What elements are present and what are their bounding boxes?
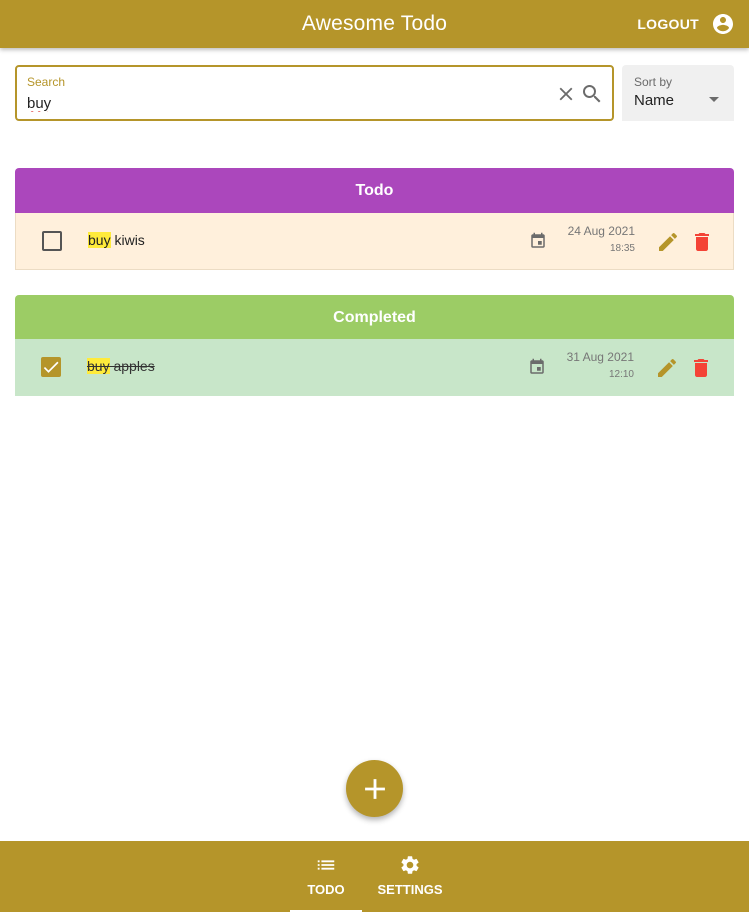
sort-select[interactable]: Sort by Name [622,65,734,121]
app-bar: Awesome Todo LOGOUT [0,0,749,48]
search-highlight: buy [88,232,111,248]
check-icon [43,361,59,373]
item-text-rest: kiwis [110,232,145,248]
tab-todo-label: TODO [307,882,345,897]
list-icon [315,855,337,875]
close-icon[interactable] [555,83,577,110]
edit-icon[interactable] [655,356,679,385]
list-item[interactable]: buy apples 31 Aug 2021 12:10 [15,339,734,396]
sort-value: Name [634,92,675,109]
completed-section-header: Completed [15,295,734,340]
todo-section-title: Todo [355,181,394,199]
delete-icon[interactable] [690,230,714,259]
search-highlight: buy [87,358,110,374]
search-icon[interactable] [580,82,604,111]
calendar-icon [529,232,547,255]
tab-settings[interactable]: SETTINGS [372,841,448,912]
search-label: Search [27,75,66,89]
complete-checkbox[interactable] [42,231,62,251]
add-todo-button[interactable] [346,760,403,817]
add-icon [364,778,385,799]
tab-todo[interactable]: TODO [290,841,362,912]
delete-icon[interactable] [689,356,713,385]
item-text-rest: apples [109,358,155,374]
logout-label: LOGOUT [637,16,699,32]
due-date: 24 Aug 2021 [567,224,635,238]
app-root: Awesome Todo LOGOUT Search Sort by Name … [0,0,749,912]
item-text: buy apples [87,358,155,374]
calendar-icon [528,358,546,381]
edit-icon[interactable] [656,230,680,259]
logout-button[interactable]: LOGOUT [637,11,735,37]
due-time: 12:10 [608,369,634,380]
complete-checkbox[interactable] [41,357,61,377]
search-input[interactable] [27,92,527,114]
account-circle-icon [711,12,735,36]
due-date: 31 Aug 2021 [566,350,634,364]
sort-label: Sort by [634,75,673,89]
item-text: buy kiwis [88,232,145,248]
arrow-drop-down-icon [702,87,726,116]
due-time: 18:35 [609,243,635,254]
search-field: Search [15,65,614,121]
bottom-navigation: TODO SETTINGS [0,841,749,912]
list-item[interactable]: buy kiwis 24 Aug 2021 18:35 [15,213,734,270]
completed-section-title: Completed [333,308,416,326]
settings-icon [399,855,421,875]
tab-settings-label: SETTINGS [377,882,443,897]
todo-section-header: Todo [15,168,734,213]
